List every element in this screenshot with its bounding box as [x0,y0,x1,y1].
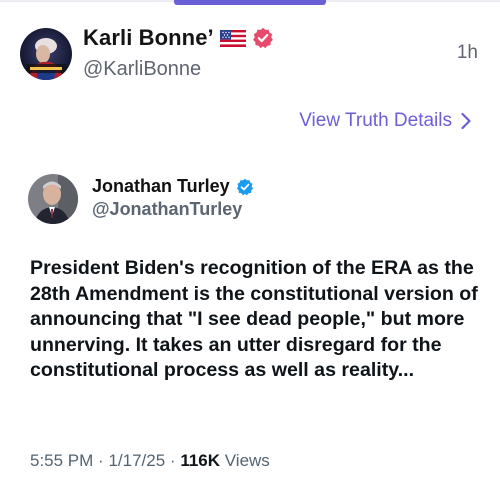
embedded-avatar[interactable] [28,174,78,224]
embedded-post-meta: 5:55 PM · 1/17/25 · 116K Views [30,451,270,471]
author-handle[interactable]: @KarliBonne [83,58,274,81]
author-name[interactable]: Karli Bonne’ [83,25,214,51]
view-truth-details-label: View Truth Details [299,110,452,131]
chevron-right-icon [460,112,472,130]
views-label: Views [224,451,270,470]
embedded-author-name[interactable]: Jonathan Turley [92,176,230,197]
author-block: Karli Bonne’ @KarliBonne [83,22,274,81]
post-timestamp: 1h [456,42,478,63]
embedded-post-time: 5:55 PM [30,451,94,470]
embedded-post-date: 1/17/25 [108,451,166,470]
verified-badge-icon [252,27,274,49]
embedded-author-line: Jonathan Turley [92,176,254,197]
avatar[interactable] [20,28,72,80]
embedded-post-body: President Biden's recognition of the ERA… [30,257,478,382]
verified-badge-icon [236,178,254,196]
embedded-author-block: Jonathan Turley @JonathanTurley [92,176,254,220]
views-count: 116K [180,451,221,470]
us-flag-icon [219,29,246,47]
view-truth-details-link[interactable]: View Truth Details [299,110,472,132]
post-header: Karli Bonne’ @KarliBonne 1h [20,22,480,82]
active-tab-indicator [174,0,326,5]
meta-separator: · [98,451,104,470]
author-line: Karli Bonne’ [83,22,274,54]
embedded-author-handle[interactable]: @JonathanTurley [92,199,254,220]
meta-separator: · [169,451,176,470]
